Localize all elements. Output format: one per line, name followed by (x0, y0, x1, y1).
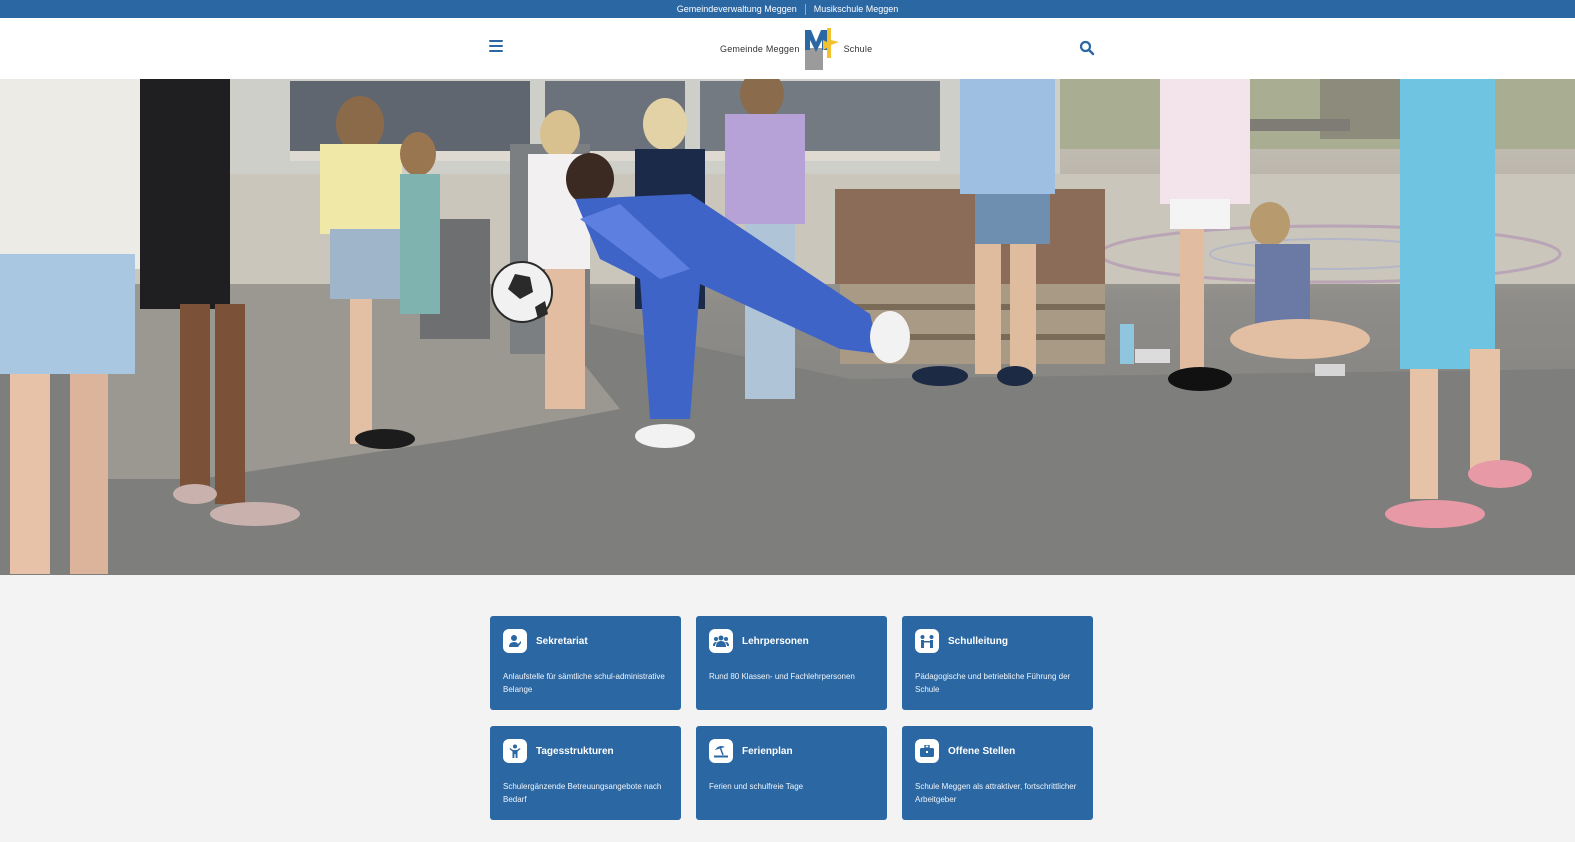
card-description: Ferien und schulfreie Tage (709, 782, 804, 791)
hamburger-icon[interactable] (489, 40, 503, 54)
logo-text-right: Schule (843, 44, 873, 54)
card-description: Anlaufstelle für sämtliche schul-adminis… (503, 672, 665, 694)
card-title: Ferienplan (742, 745, 793, 757)
card-ferienplan[interactable]: Ferienplan Ferien und schulfreie Tage (696, 726, 887, 820)
card-title: Offene Stellen (948, 745, 1016, 757)
logo-mark (804, 28, 839, 70)
logo-text-left: Gemeinde Meggen (720, 44, 800, 54)
card-sekretariat[interactable]: Sekretariat Anlaufstelle für sämtliche s… (490, 616, 681, 710)
link-musikschule[interactable]: Musikschule Meggen (806, 0, 907, 18)
group-icon (709, 629, 733, 653)
secretary-icon (503, 629, 527, 653)
child-icon (503, 739, 527, 763)
site-logo[interactable]: Gemeinde Meggen Schule (720, 27, 872, 71)
card-description: Schulergänzende Betreuungsangebote nach … (503, 782, 662, 804)
card-title: Tagesstrukturen (536, 745, 614, 757)
card-title: Lehrpersonen (742, 635, 809, 647)
hero-image (0, 79, 1575, 575)
card-schulleitung[interactable]: Schulleitung Pädagogische und betrieblic… (902, 616, 1093, 710)
link-gemeindeverwaltung[interactable]: Gemeindeverwaltung Meggen (669, 0, 805, 18)
card-title: Sekretariat (536, 635, 588, 647)
search-icon[interactable] (1079, 40, 1095, 56)
card-description: Schule Meggen als attraktiver, fortschri… (915, 782, 1077, 804)
card-description: Pädagogische und betriebliche Führung de… (915, 672, 1071, 694)
briefcase-icon (915, 739, 939, 763)
site-header: Gemeinde Meggen Schule (0, 18, 1575, 79)
hero-carousel[interactable] (0, 79, 1575, 575)
card-lehrpersonen[interactable]: Lehrpersonen Rund 80 Klassen- und Fachle… (696, 616, 887, 710)
leadership-icon (915, 629, 939, 653)
card-title: Schulleitung (948, 635, 1008, 647)
quick-links-grid: Sekretariat Anlaufstelle für sämtliche s… (490, 616, 1093, 820)
top-bar: Gemeindeverwaltung Meggen Musikschule Me… (0, 0, 1575, 18)
card-description: Rund 80 Klassen- und Fachlehrpersonen (709, 672, 855, 681)
card-tagesstrukturen[interactable]: Tagesstrukturen Schulergänzende Betreuun… (490, 726, 681, 820)
beach-umbrella-icon (709, 739, 733, 763)
card-offene-stellen[interactable]: Offene Stellen Schule Meggen als attrakt… (902, 726, 1093, 820)
